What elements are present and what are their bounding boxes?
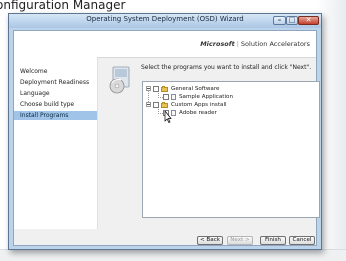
brand-separator: | (236, 40, 239, 48)
minimize-icon: – (277, 16, 282, 24)
close-icon: ✕ (305, 16, 312, 24)
background-app-title: onfiguration Manager (0, 0, 126, 12)
programs-tree[interactable]: General Software Sample Application Cust… (142, 81, 320, 218)
wizard-client-area: Microsoft | Solution Accelerators Welcome … (13, 30, 320, 246)
banner: Microsoft | Solution Accelerators (14, 31, 316, 58)
mouse-pointer-icon (164, 111, 172, 123)
tree-node-label: Adobe reader (179, 110, 217, 116)
brand-solution-accelerators: Solution Accelerators (240, 40, 310, 48)
checkbox-custom-apps-install[interactable] (153, 102, 159, 108)
brand-microsoft: Microsoft (200, 40, 235, 48)
tree-node-custom-apps-install[interactable]: Custom Apps install (146, 101, 266, 109)
cancel-button[interactable]: Cancel (289, 236, 315, 245)
close-button[interactable]: ✕ (298, 16, 319, 25)
title-bar[interactable]: Operating System Deployment (OSD) Wizard… (9, 14, 321, 28)
back-button[interactable]: < Back (197, 236, 223, 245)
collapse-icon[interactable] (146, 86, 151, 91)
tree-node-label: Custom Apps install (171, 102, 227, 108)
minimize-button[interactable]: – (273, 16, 286, 25)
install-programs-icon (109, 66, 130, 94)
maximize-button[interactable]: □ (286, 16, 298, 25)
nav-item-welcome[interactable]: Welcome (14, 67, 97, 76)
tree-node-general-software[interactable]: General Software (146, 85, 266, 93)
folder-icon (161, 102, 168, 108)
background-bottom-bar (0, 249, 346, 261)
next-button[interactable]: Next > (227, 236, 253, 245)
tree-node-adobe-reader[interactable]: Adobe reader (156, 109, 276, 117)
tree-node-label: General Software (171, 86, 220, 92)
wizard-window: Operating System Deployment (OSD) Wizard… (8, 13, 322, 250)
nav-item-install-programs[interactable]: Install Programs (14, 111, 97, 120)
nav-item-choose-build-type[interactable]: Choose build type (14, 100, 97, 109)
wizard-steps-nav: Welcome Deployment Readiness Language Ch… (14, 57, 98, 229)
folder-icon (161, 86, 168, 92)
instruction-text: Select the programs you want to install … (141, 64, 312, 71)
tree-node-sample-application[interactable]: Sample Application (156, 93, 276, 101)
checkbox-sample-application[interactable] (163, 94, 169, 100)
finish-button[interactable]: Finish (260, 236, 286, 245)
application-icon (171, 94, 176, 100)
nav-item-deployment-readiness[interactable]: Deployment Readiness (14, 78, 97, 87)
collapse-icon[interactable] (146, 102, 151, 107)
tree-node-label: Sample Application (179, 94, 234, 100)
nav-item-language[interactable]: Language (14, 89, 97, 98)
maximize-icon: □ (288, 16, 296, 24)
checkbox-general-software[interactable] (153, 86, 159, 92)
brand-logo: Microsoft | Solution Accelerators (200, 40, 310, 48)
